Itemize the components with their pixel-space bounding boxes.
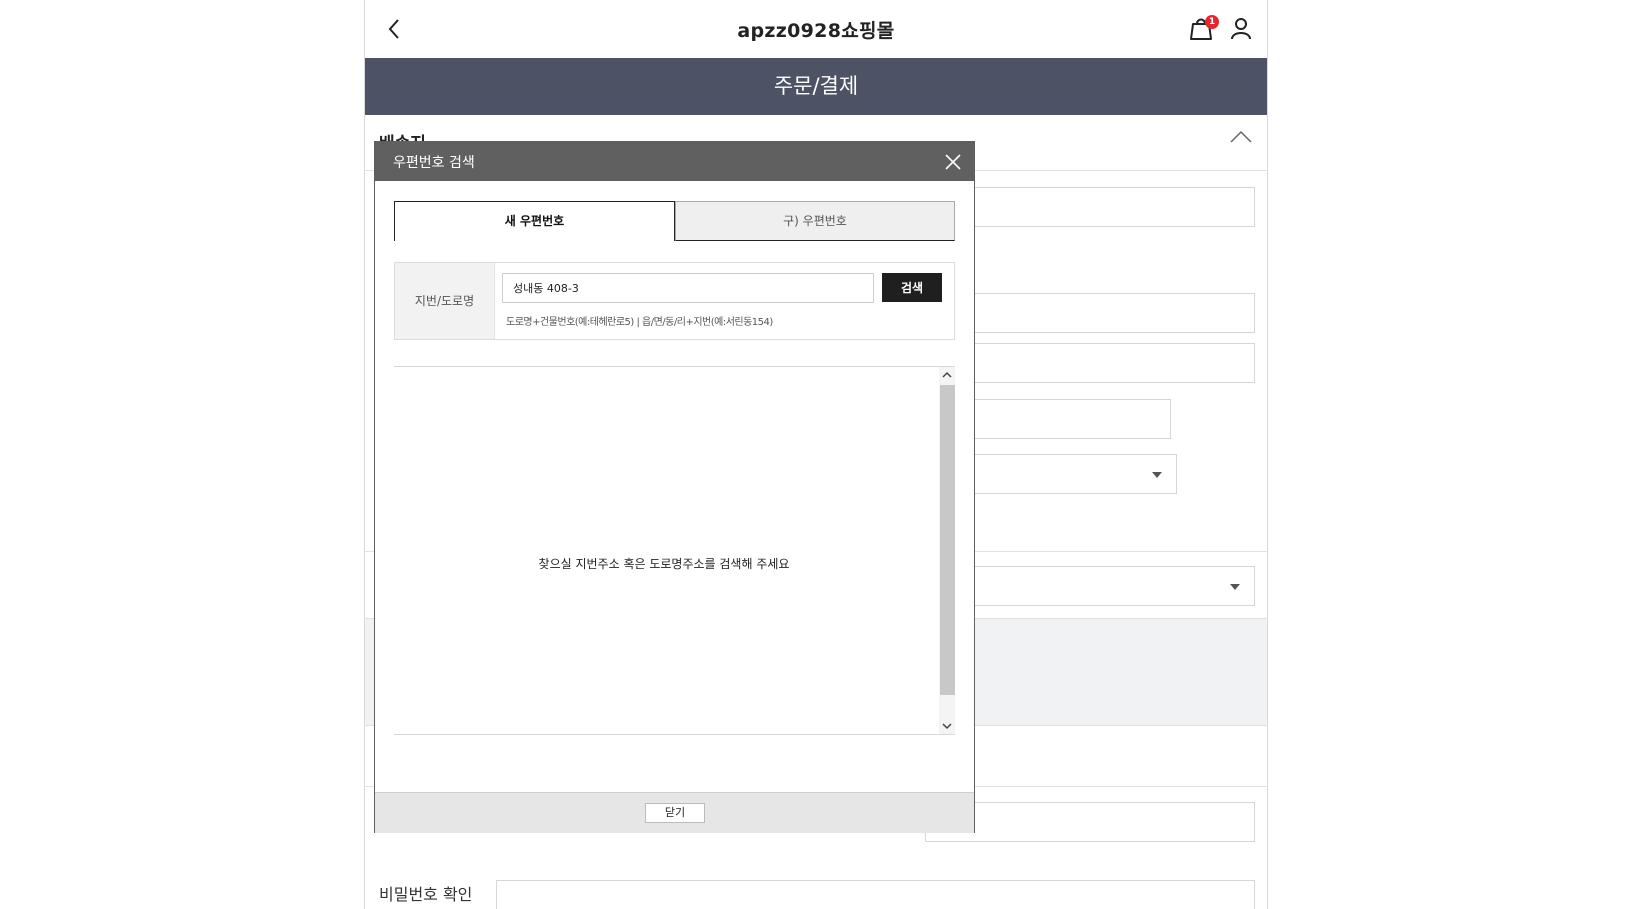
- tab-new-postcode[interactable]: 새 우편번호: [394, 201, 675, 241]
- postcode-search-dialog: 우편번호 검색 새 우편번호 구) 우편번호 지번/도로명 검색 도로명+건물번…: [374, 141, 975, 833]
- close-button[interactable]: 닫기: [645, 803, 705, 823]
- postcode-tabs: 새 우편번호 구) 우편번호: [394, 201, 955, 241]
- collapse-button[interactable]: [1229, 129, 1257, 149]
- password-confirm-label: 비밀번호 확인: [379, 885, 473, 904]
- my-account-button[interactable]: [1228, 15, 1258, 45]
- address-search-input[interactable]: [502, 273, 874, 303]
- scroll-down-button[interactable]: [939, 718, 955, 734]
- dropdown-arrow-icon: [1152, 472, 1162, 478]
- top-bar: apzz0928쇼핑몰 1: [365, 0, 1267, 58]
- password-confirm-input[interactable]: [496, 880, 1255, 909]
- tab-old-postcode[interactable]: 구) 우편번호: [675, 201, 955, 241]
- search-label: 지번/도로명: [414, 294, 475, 308]
- search-label-cell: 지번/도로명: [395, 263, 495, 339]
- close-icon: [945, 154, 961, 170]
- page-title: 주문/결제: [365, 58, 1267, 115]
- site-title[interactable]: apzz0928쇼핑몰: [365, 16, 1267, 43]
- empty-results-message: 찾으실 지번주소 혹은 도로명주소를 검색해 주세요: [538, 557, 790, 571]
- search-button[interactable]: 검색: [882, 273, 942, 302]
- search-panel: 지번/도로명 검색 도로명+건물번호(예:테헤란로5) | 읍/면/동/리+지번…: [394, 262, 955, 340]
- cart-count-badge: 1: [1205, 15, 1219, 29]
- search-hint: 도로명+건물번호(예:테헤란로5) | 읍/면/동/리+지번(예:서린동154): [506, 317, 773, 328]
- dialog-header: 우편번호 검색: [375, 142, 974, 181]
- chevron-down-icon: [942, 723, 952, 730]
- dialog-close-button[interactable]: [943, 152, 963, 172]
- results-scrollbar[interactable]: [939, 367, 955, 734]
- dropdown-arrow-icon: [1230, 584, 1240, 590]
- scroll-up-button[interactable]: [939, 367, 955, 383]
- user-icon: [1231, 18, 1251, 40]
- scroll-thumb[interactable]: [940, 385, 955, 695]
- chevron-up-icon: [942, 371, 952, 378]
- chevron-up-icon: [1230, 130, 1252, 143]
- cart-button[interactable]: 1: [1188, 15, 1219, 45]
- search-results: 찾으실 지번주소 혹은 도로명주소를 검색해 주세요: [394, 366, 955, 735]
- dialog-title: 우편번호 검색: [393, 155, 475, 171]
- dialog-footer: 닫기: [375, 792, 974, 833]
